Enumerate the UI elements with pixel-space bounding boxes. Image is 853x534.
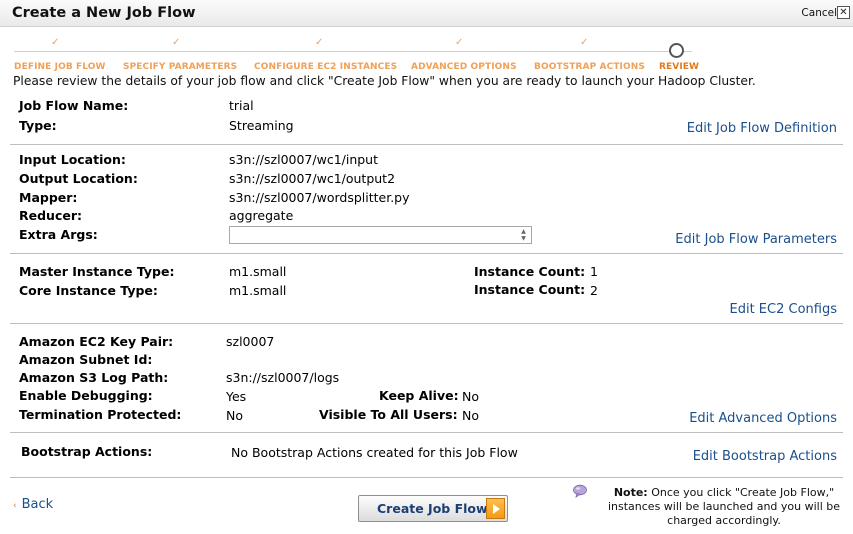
keep-alive-value: No	[462, 389, 479, 404]
launch-note: Note: Once you click "Create Job Flow," …	[600, 486, 848, 528]
master-instance-type-label: Master Instance Type:	[19, 264, 175, 279]
section-divider	[10, 144, 843, 145]
bootstrap-actions-value: No Bootstrap Actions created for this Jo…	[231, 445, 518, 460]
visible-to-all-label: Visible To All Users:	[319, 407, 458, 422]
core-instance-count-label: Instance Count:	[474, 282, 586, 297]
cancel-link[interactable]: Cancel	[801, 7, 837, 19]
edit-definition-link[interactable]: Edit Job Flow Definition	[687, 121, 837, 136]
speech-bubble-icon	[573, 484, 587, 498]
edit-bootstrap-link[interactable]: Edit Bootstrap Actions	[693, 449, 837, 464]
back-label: Back	[21, 497, 54, 512]
dialog-titlebar: Create a New Job Flow Cancel ✕	[0, 0, 853, 27]
play-arrow-icon	[486, 498, 505, 519]
visible-to-all-value: No	[462, 408, 479, 423]
chevron-left-icon: ‹	[13, 501, 17, 511]
type-label: Type:	[19, 118, 57, 133]
reducer-value: aggregate	[229, 208, 294, 223]
wizard-progress: ✓ ✓ ✓ ✓ ✓ DEFINE JOB FLOW SPECIFY PARAME…	[0, 28, 853, 74]
reducer-label: Reducer:	[19, 208, 83, 223]
dialog-title: Create a New Job Flow	[12, 5, 196, 21]
check-icon: ✓	[51, 37, 60, 48]
extra-args-field[interactable]: ▲ ▼	[229, 226, 532, 244]
wizard-step-define[interactable]: DEFINE JOB FLOW	[14, 62, 106, 72]
key-pair-value: szl0007	[226, 334, 275, 349]
output-location-label: Output Location:	[19, 171, 138, 186]
bootstrap-actions-label: Bootstrap Actions:	[21, 444, 153, 459]
key-pair-label: Amazon EC2 Key Pair:	[19, 334, 174, 349]
input-location-value: s3n://szl0007/wc1/input	[229, 152, 379, 167]
spinner-arrows-icon[interactable]: ▲ ▼	[517, 228, 530, 242]
termination-protected-value: No	[226, 408, 243, 423]
wizard-step-parameters[interactable]: SPECIFY PARAMETERS	[123, 62, 237, 72]
section-divider	[10, 432, 843, 433]
section-divider	[10, 323, 843, 324]
core-instance-count-value: 2	[590, 283, 598, 298]
create-job-flow-button[interactable]: Create Job Flow	[358, 495, 508, 522]
note-title: Note:	[613, 486, 648, 499]
wizard-step-advanced[interactable]: ADVANCED OPTIONS	[411, 62, 517, 72]
job-flow-name-label: Job Flow Name:	[19, 98, 129, 113]
create-job-flow-label: Create Job Flow	[377, 501, 488, 516]
type-value: Streaming	[229, 118, 294, 133]
edit-ec2-link[interactable]: Edit EC2 Configs	[730, 302, 838, 317]
master-instance-count-label: Instance Count:	[474, 264, 586, 279]
subnet-id-label: Amazon Subnet Id:	[19, 352, 153, 367]
section-divider	[10, 477, 843, 478]
mapper-value: s3n://szl0007/wordsplitter.py	[229, 190, 410, 205]
close-icon[interactable]: ✕	[837, 6, 850, 19]
job-flow-name-value: trial	[229, 98, 254, 113]
wizard-step-bootstrap[interactable]: BOOTSTRAP ACTIONS	[534, 62, 645, 72]
debugging-value: Yes	[226, 389, 247, 404]
output-location-value: s3n://szl0007/wc1/output2	[229, 171, 396, 186]
wizard-track	[14, 51, 692, 52]
wizard-step-ec2[interactable]: CONFIGURE EC2 INSTANCES	[254, 62, 397, 72]
back-link[interactable]: ‹ Back	[13, 497, 53, 512]
check-icon: ✓	[455, 37, 464, 48]
current-step-ring-icon	[669, 43, 684, 58]
wizard-step-review: REVIEW	[659, 62, 700, 72]
debugging-label: Enable Debugging:	[19, 388, 153, 403]
log-path-label: Amazon S3 Log Path:	[19, 370, 169, 385]
master-instance-type-value: m1.small	[229, 264, 287, 279]
check-icon: ✓	[580, 37, 589, 48]
section-divider	[10, 253, 843, 254]
check-icon: ✓	[315, 37, 324, 48]
log-path-value: s3n://szl0007/logs	[226, 370, 340, 385]
keep-alive-label: Keep Alive:	[379, 388, 459, 403]
intro-text: Please review the details of your job fl…	[13, 74, 756, 88]
edit-advanced-link[interactable]: Edit Advanced Options	[689, 411, 837, 426]
master-instance-count-value: 1	[590, 264, 598, 279]
check-icon: ✓	[172, 37, 181, 48]
core-instance-type-label: Core Instance Type:	[19, 283, 158, 298]
input-location-label: Input Location:	[19, 152, 126, 167]
core-instance-type-value: m1.small	[229, 283, 287, 298]
mapper-label: Mapper:	[19, 190, 78, 205]
extra-args-label: Extra Args:	[19, 227, 98, 242]
edit-parameters-link[interactable]: Edit Job Flow Parameters	[675, 232, 837, 247]
termination-protected-label: Termination Protected:	[19, 407, 182, 422]
